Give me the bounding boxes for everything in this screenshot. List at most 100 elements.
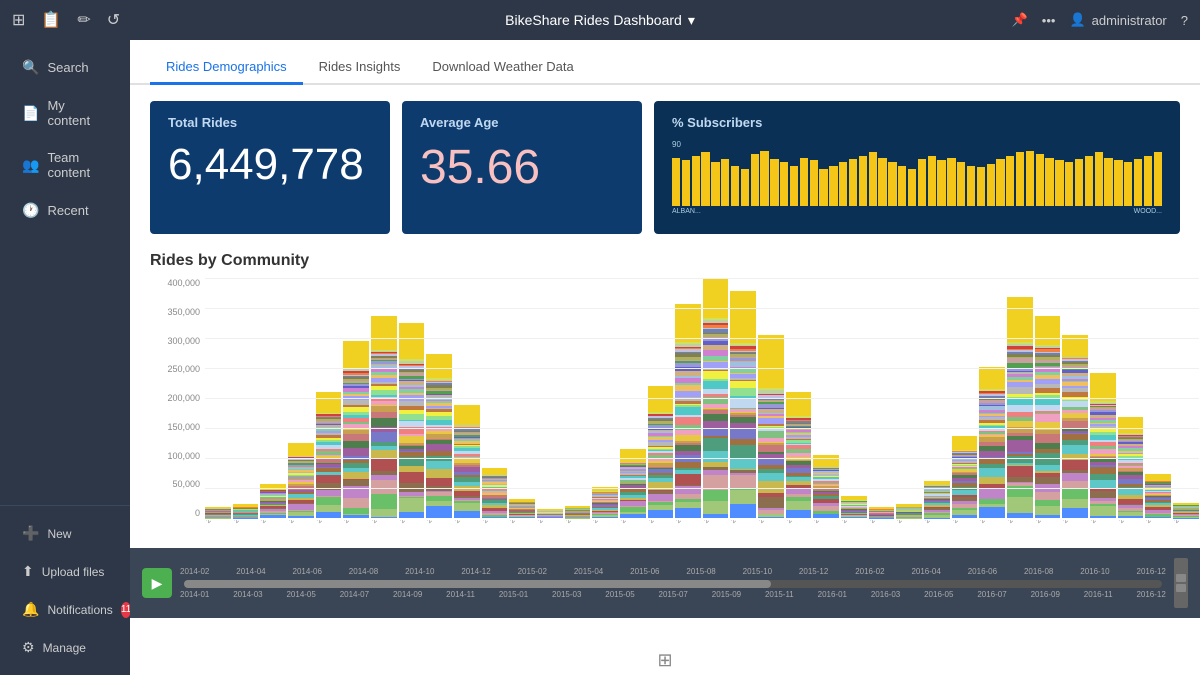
bar-segment	[343, 441, 369, 448]
scroll-up[interactable]	[1176, 574, 1186, 582]
timeline-section: ▶ 2014-022014-042014-062014-082014-10201…	[130, 548, 1200, 618]
sidebar-item-team-content[interactable]: 👥 Team content	[6, 140, 124, 190]
chart-inner: 400,000 350,000 300,000 250,000 200,000 …	[150, 278, 1199, 518]
sidebar-label-search: Search	[47, 60, 88, 75]
x-label: 2015-04	[620, 520, 651, 533]
timeline-label: 2016-03	[871, 590, 900, 599]
tab-download-weather[interactable]: Download Weather Data	[416, 51, 589, 85]
bar-segment	[371, 459, 397, 471]
dashboard-title: BikeShare Rides Dashboard	[505, 12, 682, 28]
sidebar-label-manage: Manage	[43, 641, 86, 655]
chart-bar-col	[371, 316, 397, 518]
bar-segment	[1090, 491, 1116, 498]
x-label: 2016-12	[1173, 520, 1199, 533]
bar-segment	[371, 432, 397, 441]
sidebar-item-my-content[interactable]: 📄 My content	[6, 88, 124, 138]
bar-segment	[703, 414, 729, 421]
bar-segment	[979, 489, 1005, 498]
y-350k: 350,000	[150, 307, 200, 317]
sidebar-label-notifications: Notifications	[47, 603, 112, 617]
bar-segment	[703, 362, 729, 369]
pin-icon[interactable]: 📌	[1012, 12, 1028, 28]
play-button[interactable]: ▶	[142, 568, 172, 598]
bar-segment	[371, 480, 397, 494]
y-300k: 300,000	[150, 336, 200, 346]
sidebar-item-recent[interactable]: 🕐 Recent	[6, 192, 124, 229]
timeline-label: 2015-03	[552, 590, 581, 599]
help-icon[interactable]: ?	[1181, 13, 1188, 28]
grid-icon[interactable]: ⊞	[12, 10, 25, 30]
sub-bar	[1026, 151, 1034, 206]
bar-segment	[1035, 453, 1061, 465]
bar-segment	[1062, 335, 1088, 357]
bar-segment	[1062, 421, 1088, 428]
bar-segment	[703, 371, 729, 379]
bar-segment	[648, 494, 674, 501]
chart-area: 400,000 350,000 300,000 250,000 200,000 …	[150, 278, 1180, 548]
bar-segment	[260, 515, 286, 518]
chart-bar-col	[952, 436, 978, 518]
topbar-left: ⊞ 📋 ✏ ↺	[12, 10, 120, 30]
bar-segment	[979, 468, 1005, 477]
sidebar-label-new: New	[47, 527, 71, 541]
bar-segment	[648, 510, 674, 518]
bar-segment	[1035, 414, 1061, 422]
bar-segment	[675, 407, 701, 415]
ellipsis-icon[interactable]: •••	[1042, 13, 1056, 28]
bar-segment	[730, 475, 756, 489]
x-label: 2014-07	[371, 520, 402, 533]
sidebar-label-upload: Upload files	[42, 565, 105, 579]
chart-bar-col	[399, 323, 425, 518]
bar-segment	[703, 438, 729, 451]
sidebar-item-upload[interactable]: ⬆ Upload files	[6, 553, 124, 590]
bar-segment	[426, 469, 452, 479]
bar-segment	[730, 399, 756, 408]
timeline-label-top: 2016-06	[968, 567, 997, 576]
bar-segment	[343, 486, 369, 498]
refresh-icon[interactable]: ↺	[107, 10, 120, 30]
bar-segment	[841, 517, 867, 518]
timeline-scrollbar[interactable]	[1174, 558, 1188, 608]
bar-segment	[758, 481, 784, 493]
tab-rides-insights[interactable]: Rides Insights	[303, 51, 417, 85]
bar-segment	[813, 514, 839, 518]
bar-segment	[371, 418, 397, 426]
total-rides-card: Total Rides 6,449,778	[150, 101, 390, 234]
bar-segment	[399, 483, 425, 492]
sub-bar	[1095, 152, 1103, 206]
sidebar-item-search[interactable]: 🔍 Search	[6, 49, 124, 86]
bar-segment	[1118, 417, 1144, 433]
chevron-down-icon[interactable]: ▾	[688, 12, 695, 29]
bar-segment	[371, 316, 397, 349]
grid-view-icon[interactable]: ⊞	[657, 650, 672, 671]
y-0: 0	[150, 508, 200, 518]
sub-bar	[849, 159, 857, 206]
sub-x-labels: ALBAN... WOOD...	[672, 208, 1162, 215]
sub-bar	[1124, 162, 1132, 206]
bottom-center: ⊞	[130, 646, 1200, 675]
sub-bar	[1006, 156, 1014, 206]
bar-segment	[454, 503, 480, 510]
x-label: 2014-04	[288, 520, 319, 533]
sidebar-item-new[interactable]: ➕ New	[6, 515, 124, 552]
bar-segment	[730, 504, 756, 518]
sub-bar	[751, 154, 759, 206]
gear-icon: ⚙	[22, 639, 35, 656]
sidebar-item-manage[interactable]: ⚙ Manage	[6, 629, 124, 666]
timeline-label: 2014-09	[393, 590, 422, 599]
timeline-label: 2014-01	[180, 590, 209, 599]
rides-by-community-section: Rides by Community 400,000 350,000 300,0…	[150, 252, 1180, 548]
scroll-down[interactable]	[1176, 584, 1186, 592]
user-menu[interactable]: 👤 administrator	[1069, 12, 1166, 28]
bar-segment	[426, 461, 452, 469]
chart-bar-col	[979, 367, 1005, 518]
sidebar-item-notifications[interactable]: 🔔 Notifications 11	[6, 591, 124, 628]
file-icon[interactable]: 📋	[41, 10, 61, 30]
bar-segment	[703, 490, 729, 501]
tab-rides-demographics[interactable]: Rides Demographics	[150, 51, 303, 85]
file-icon: 📄	[22, 105, 39, 122]
timeline-track[interactable]	[184, 580, 1162, 588]
bar-segment	[1035, 477, 1061, 484]
timeline-label: 2014-07	[340, 590, 369, 599]
pencil-icon[interactable]: ✏	[77, 10, 90, 30]
